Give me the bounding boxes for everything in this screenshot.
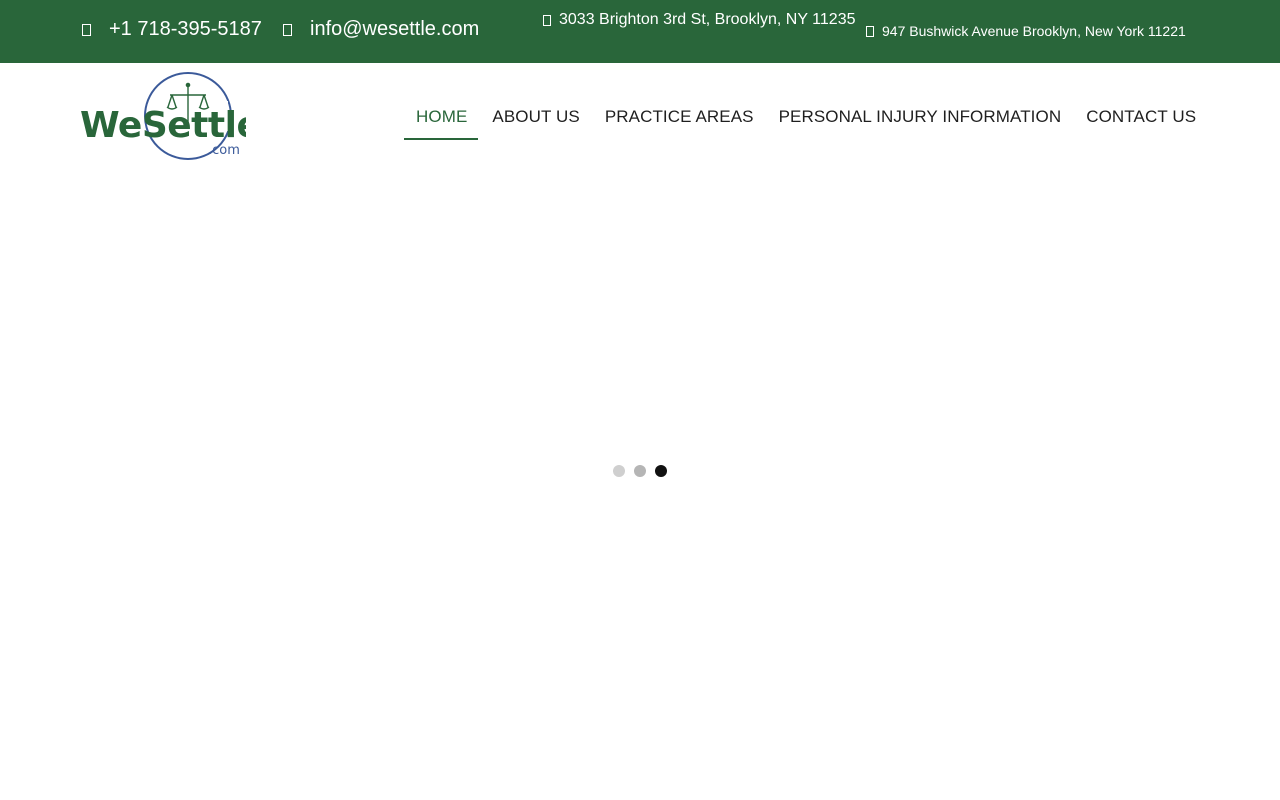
address-secondary-text: 947 Bushwick Avenue Brooklyn, New York 1… xyxy=(882,23,1186,39)
phone-icon xyxy=(82,23,91,36)
envelope-icon xyxy=(283,23,292,36)
loading-indicator xyxy=(613,465,667,477)
address-primary-text: 3033 Brighton 3rd St, Brooklyn, NY 11235 xyxy=(559,11,856,28)
top-contact-bar: +1 718-395-5187 info@wesettle.com 3033 B… xyxy=(0,0,1280,63)
loading-dot-3 xyxy=(655,465,667,477)
logo-suffix: .com xyxy=(208,143,240,158)
email-address[interactable]: info@wesettle.com xyxy=(310,18,479,41)
logo-wordmark: WeSettle xyxy=(80,105,246,146)
main-navigation: HOME ABOUT US PRACTICE AREAS PERSONAL IN… xyxy=(404,93,1196,140)
phone-link[interactable]: +1 718-395-5187 xyxy=(82,18,262,41)
phone-number[interactable]: +1 718-395-5187 xyxy=(109,18,262,41)
location-pin-icon xyxy=(543,14,551,26)
nav-about-us[interactable]: ABOUT US xyxy=(492,93,579,140)
nav-practice-areas[interactable]: PRACTICE AREAS xyxy=(605,93,754,140)
loading-dot-1 xyxy=(613,465,625,477)
email-link[interactable]: info@wesettle.com xyxy=(283,18,479,41)
address-primary: 3033 Brighton 3rd St, Brooklyn, NY 11235 xyxy=(543,11,855,29)
nav-home[interactable]: HOME xyxy=(404,93,479,140)
nav-personal-injury-information[interactable]: PERSONAL INJURY INFORMATION xyxy=(779,93,1062,140)
nav-contact-us[interactable]: CONTACT US xyxy=(1086,93,1196,140)
site-header: WeSettle .com HOME ABOUT US PRACTICE ARE… xyxy=(0,63,1280,168)
location-pin-icon xyxy=(866,25,874,37)
loading-dot-2 xyxy=(634,465,646,477)
address-secondary: 947 Bushwick Avenue Brooklyn, New York 1… xyxy=(866,23,1186,39)
wesettle-logo[interactable]: WeSettle .com xyxy=(78,71,246,163)
